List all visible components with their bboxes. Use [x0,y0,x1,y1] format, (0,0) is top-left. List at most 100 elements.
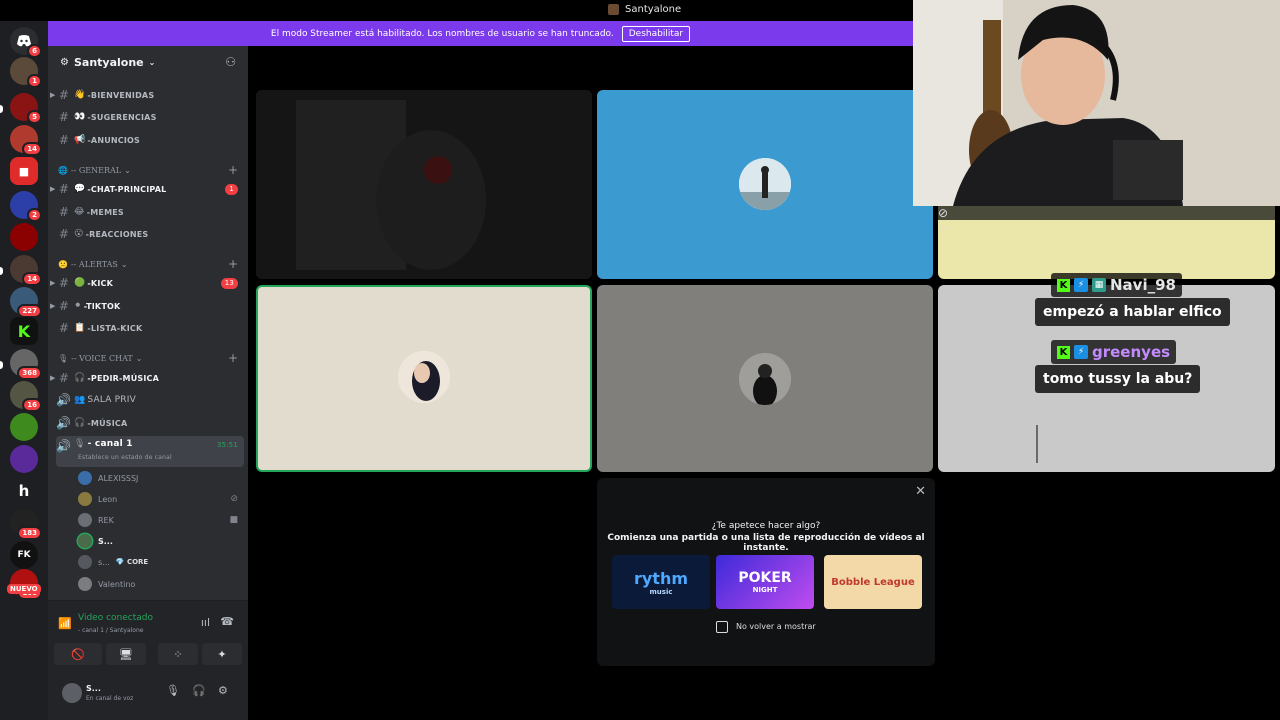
channel-musica[interactable]: 🔊 🎧 -MÚSICA [56,413,244,433]
voice-member[interactable]: Valentino [78,575,238,593]
green-circle-icon: 🟢 [74,278,86,288]
dont-show-again-checkbox[interactable] [716,621,728,633]
mic-icon: 🎙 [58,353,69,363]
streamer-mode-banner: El modo Streamer está habilitado. Los no… [48,21,913,46]
chevron-down-icon: ⌄ [148,57,156,67]
channel-memes[interactable]: # 😂 -MEMES [56,202,244,222]
more-options-icon[interactable]: ⋯ [938,220,1275,234]
close-icon[interactable]: ✕ [915,484,926,499]
member-tag: 💎 CORE [115,558,149,566]
new-badge: NUEVO [7,584,41,594]
unread-pip [0,267,3,275]
server-icon[interactable]: 2 [10,191,42,222]
user-name: S... [86,684,101,693]
video-tile[interactable] [597,90,933,279]
activity-card-subtitle: NIGHT [752,586,778,594]
member-name: S... [98,536,113,546]
disable-streamer-mode-button[interactable]: Deshabilitar [621,25,691,42]
channel-lista-kick[interactable]: # 📋 -LISTA-KICK [56,318,244,338]
server-icon[interactable] [10,445,38,473]
disconnect-icon[interactable]: ☎ [220,615,234,628]
server-icon[interactable]: 227 [10,287,42,318]
kick-server-icon[interactable]: K [10,317,38,345]
hash-icon: # [58,276,70,290]
chat-message-text: empezó a hablar elfico [1043,304,1222,320]
channel-anuncios[interactable]: # 📢 -ANUNCIOS [56,130,244,150]
add-channel-button[interactable]: + [228,163,238,177]
server-icon[interactable]: 183 [10,509,42,540]
activity-heading: ¿Te apetece hacer algo? [711,521,821,531]
add-channel-button[interactable]: + [228,351,238,365]
video-tile[interactable] [597,285,933,472]
server-list: 6 1 5 14 ■ 2 14 227 K 368 16 h 183 FK 10… [0,21,48,720]
video-tile-speaking[interactable] [256,285,592,472]
voice-connected-panel: 📶 Video conectado - canal 1 / Santyalone… [48,600,248,676]
video-tile[interactable]: ⊘ ⋯ [938,206,1275,279]
gear-icon[interactable]: ⚙ [218,684,228,697]
server-icon[interactable]: 14 [10,255,42,286]
voice-status-subtitle[interactable]: - canal 1 / Santyalone [78,627,143,634]
voice-member[interactable]: ALEXISSSJ [78,469,238,487]
server-icon[interactable]: FK [10,541,38,569]
voice-member[interactable]: S... [78,532,238,550]
mic-icon[interactable]: 🎙 [166,684,180,697]
channel-canal-1[interactable]: 🔊 🎙 - canal 1 35:51 Establece un estado … [56,436,244,467]
activity-subheading: Comienza una partida o una lista de repr… [607,533,925,553]
server-icon[interactable]: 14 [10,125,42,156]
category-label: -- GENERAL [70,165,122,175]
avatar[interactable] [62,683,82,703]
avatar [78,555,92,569]
server-icon[interactable] [10,223,38,251]
headphones-icon[interactable]: 🎧 [192,684,206,697]
server-icon[interactable]: 368 [10,349,42,380]
activity-card-rythm[interactable]: rythm music [612,555,710,609]
channel-tiktok[interactable]: ▶ # ⚫ -TIKTOK [50,296,244,316]
channel-sala-priv[interactable]: 🔊 👥 SALA PRIV [56,390,244,410]
voice-member[interactable]: REK ■ [78,511,238,529]
channel-label: -BIENVENIDAS [87,90,155,100]
soundboard-button[interactable]: ✦ [202,643,242,665]
channel-chat-principal[interactable]: ▶ # 💬 -CHAT-PRINCIPAL 1 [50,179,244,199]
server-icon[interactable] [10,413,38,441]
discord-home-icon[interactable]: 6 [10,27,42,58]
user-panel: S... En canal de voz 🎙 🎧 ⚙ [48,676,248,720]
member-tag-label: CORE [126,558,149,566]
server-icon[interactable]: 1 [10,57,42,88]
activities-button[interactable]: ⁘ [158,643,198,665]
avatar [78,492,92,506]
channel-sugerencias[interactable]: # 👀 -SUGERENCIAS [56,107,244,127]
invite-icon[interactable]: ⚇ [225,55,236,69]
add-channel-button[interactable]: + [228,257,238,271]
channel-kick[interactable]: ▶ # 🟢 -KICK 13 [50,273,244,293]
channel-arrow-icon: ▶ [50,91,56,99]
noise-suppression-icon[interactable]: ııl [201,616,210,629]
hash-icon: # [58,88,70,102]
people-icon: 👥 [74,395,86,405]
channel-status[interactable]: Establece un estado de canal [78,454,172,461]
activity-card-poker[interactable]: POKER NIGHT [716,555,814,609]
server-icon[interactable]: 5 [10,93,42,124]
voice-status-title[interactable]: Video conectado [78,613,153,623]
avatar [398,351,450,403]
category-voice-chat[interactable]: 🎙 -- VOICE CHAT ⌄ + [58,350,242,366]
server-icon[interactable]: h [10,477,38,505]
chat-icon: 💬 [74,184,86,194]
video-tile[interactable] [256,90,592,279]
camera-off-button[interactable]: 🚫 [54,643,102,665]
voice-member[interactable]: s... 💎 CORE [78,553,238,571]
category-general[interactable]: 🌐 -- GENERAL ⌄ + [58,162,242,178]
category-alertas[interactable]: 😕 -- ALERTAS ⌄ + [58,256,242,272]
channel-label: -PEDIR-MÚSICA [87,373,160,383]
server-icon[interactable]: ■ [10,157,38,185]
channel-reacciones[interactable]: # 😮 -REACCIONES [56,224,244,244]
activity-card-bobble-league[interactable]: Bobble League [824,555,922,609]
screen-share-button[interactable]: 🖥 [106,643,146,665]
chat-username-badge: K ⚡ ▦ Navi_98 [1051,273,1182,297]
guild-header[interactable]: ⚙ Santyalone ⌄ ⚇ [48,46,248,78]
channel-pedir-musica[interactable]: ▶ # 🎧 -PEDIR-MÚSICA [50,368,244,388]
member-name: REK [98,515,114,525]
avatar [78,471,92,485]
server-icon[interactable]: 16 [10,381,42,412]
voice-member[interactable]: Leon ⊘ [78,490,238,508]
channel-bienvenidas[interactable]: ▶ # 👋 -BIENVENIDAS [50,85,244,105]
